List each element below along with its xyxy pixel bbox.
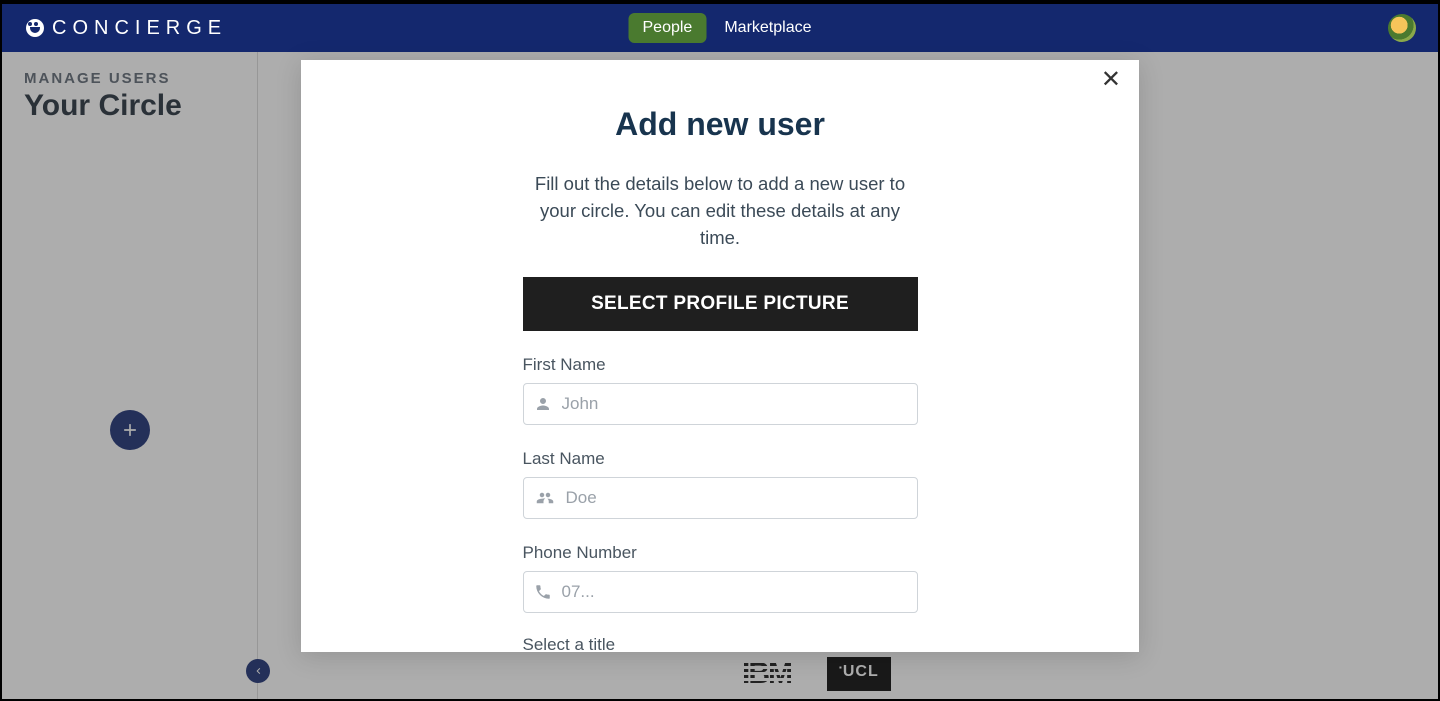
- select-profile-picture-button[interactable]: SELECT PROFILE PICTURE: [523, 277, 918, 331]
- add-user-modal: ✕ Add new user Fill out the details belo…: [301, 60, 1139, 652]
- first-name-input-wrap[interactable]: [523, 383, 918, 425]
- modal-description: Fill out the details below to add a new …: [520, 171, 920, 251]
- last-name-label: Last Name: [523, 449, 918, 469]
- phone-icon: [534, 583, 552, 601]
- brand-logo-icon: [26, 19, 44, 37]
- modal-overlay[interactable]: ✕ Add new user Fill out the details belo…: [2, 52, 1438, 699]
- nav-marketplace[interactable]: Marketplace: [724, 19, 811, 37]
- close-icon[interactable]: ✕: [1101, 68, 1121, 92]
- first-name-input[interactable]: [562, 394, 907, 414]
- phone-input[interactable]: [562, 582, 907, 602]
- brand[interactable]: CONCIERGE: [2, 17, 227, 40]
- app-header: CONCIERGE People Marketplace: [2, 2, 1438, 52]
- phone-input-wrap[interactable]: [523, 571, 918, 613]
- nav-people[interactable]: People: [629, 13, 707, 43]
- header-nav: People Marketplace: [629, 13, 812, 43]
- first-name-label: First Name: [523, 355, 918, 375]
- people-icon: [534, 489, 556, 507]
- last-name-input[interactable]: [566, 488, 907, 508]
- title-select-label: Select a title: [523, 635, 918, 652]
- last-name-input-wrap[interactable]: [523, 477, 918, 519]
- modal-title: Add new user: [615, 106, 825, 143]
- avatar[interactable]: [1388, 14, 1416, 42]
- phone-label: Phone Number: [523, 543, 918, 563]
- person-icon: [534, 395, 552, 413]
- brand-text: CONCIERGE: [52, 17, 227, 40]
